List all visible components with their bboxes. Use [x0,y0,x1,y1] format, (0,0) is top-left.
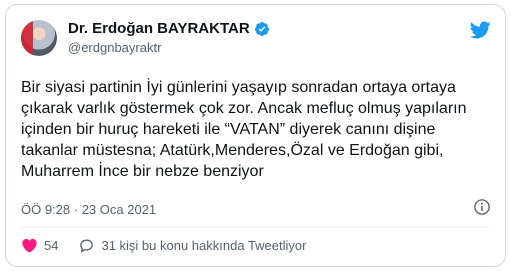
tweet-timestamp[interactable]: ÖÖ 9:28 · 23 Oca 2021 [21,202,156,218]
like-button[interactable]: 54 [21,237,58,254]
tweet-card[interactable]: Dr. Erdoğan BAYRAKTAR @erdgnbayraktr Bir… [5,4,506,267]
speech-bubble-icon [80,239,94,253]
verified-badge-icon [254,22,269,36]
like-count: 54 [44,238,59,253]
avatar-flag-detail [21,20,33,56]
author-name-row[interactable]: Dr. Erdoğan BAYRAKTAR [68,20,270,38]
twitter-bird-icon[interactable] [469,19,491,41]
discussion-label: 31 kişi bu konu hakkında Tweetliyor [101,238,307,253]
action-bar: 54 31 kişi bu konu hakkında Tweetliyor [21,237,326,254]
tweet-text: Bir siyasi partinin İyi günlerini yaşayı… [21,79,467,180]
discussion-link[interactable]: 31 kişi bu konu hakkında Tweetliyor [78,237,306,254]
author-handle[interactable]: @erdgnbayraktr [68,40,161,56]
card-divider [21,227,490,228]
heart-icon [22,238,37,253]
author-display-name[interactable]: Dr. Erdoğan BAYRAKTAR [68,20,250,38]
author-avatar[interactable] [21,20,57,56]
info-icon[interactable] [473,198,491,216]
